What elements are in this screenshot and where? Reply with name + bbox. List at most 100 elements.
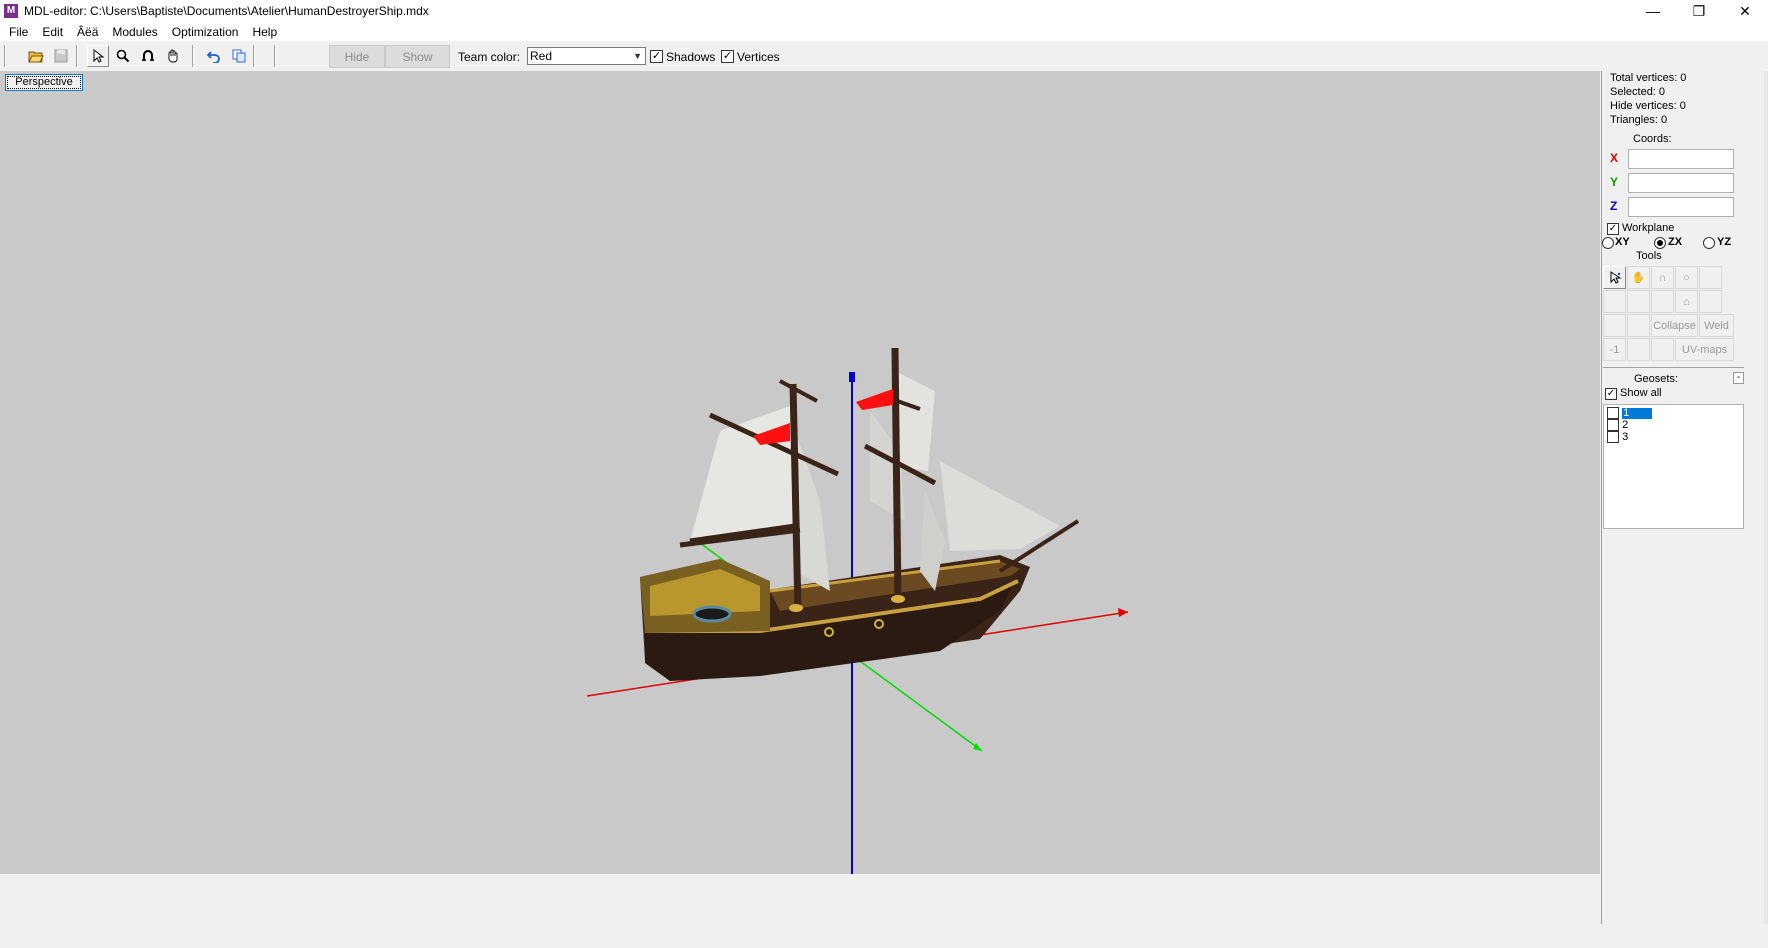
z-axis-arrow: [849, 372, 855, 382]
plane-xy-label: XY: [1615, 236, 1630, 248]
select-arrow-icon[interactable]: [87, 45, 109, 67]
app-icon: M: [4, 4, 18, 18]
shadows-checkbox[interactable]: ✓: [650, 50, 663, 63]
geosets-label: Geosets:: [1634, 373, 1679, 385]
panel-scroll-strip[interactable]: [1764, 71, 1768, 924]
vertex-select-tool-icon[interactable]: [1603, 266, 1626, 289]
tool-slot-5[interactable]: [1699, 266, 1722, 289]
y-axis-arrow: [973, 743, 982, 751]
show-all-checkbox[interactable]: ✓: [1605, 388, 1617, 400]
geoset-label: 3: [1622, 431, 1629, 443]
uv-maps-button[interactable]: UV-maps: [1675, 338, 1734, 361]
scale-tool-icon[interactable]: ○: [1675, 266, 1698, 289]
team-color-label: Team color:: [458, 50, 521, 64]
undo-icon[interactable]: [203, 45, 225, 67]
panel-divider: [1603, 367, 1744, 368]
viewport-3d[interactable]: Perspective: [0, 71, 1600, 874]
tool-slot-12[interactable]: [1627, 314, 1650, 337]
rotate-icon[interactable]: [137, 45, 159, 67]
x-coord-input[interactable]: [1628, 149, 1734, 169]
list-item[interactable]: 2: [1607, 419, 1629, 432]
coords-label: Coords:: [1633, 133, 1672, 145]
open-folder-icon[interactable]: [25, 45, 47, 67]
hide-button[interactable]: Hide: [329, 45, 385, 68]
geoset-checkbox[interactable]: [1607, 407, 1619, 420]
status-area: [0, 874, 1600, 948]
geoset-label: 2: [1622, 419, 1629, 431]
tool-slot-7[interactable]: [1627, 290, 1650, 313]
geoset-label: 1: [1622, 407, 1653, 419]
perspective-button[interactable]: Perspective: [5, 74, 83, 91]
tool-slot-6[interactable]: [1603, 290, 1626, 313]
zoom-icon[interactable]: [112, 45, 134, 67]
restore-button[interactable]: ❐: [1676, 0, 1722, 22]
y-coord-label: Y: [1610, 175, 1619, 189]
triangles-count-text: Triangles: 0: [1610, 114, 1668, 126]
shadows-label: Shadows: [666, 50, 716, 64]
x-axis-arrow: [1118, 608, 1128, 617]
hidden-vertices-text: Hide vertices: 0: [1610, 100, 1686, 112]
tools-label: Tools: [1636, 250, 1662, 262]
workplane-label: Workplane: [1622, 222, 1675, 234]
toolbar: Hide Show Team color: Red ▼ ✓ Shadows ✓ …: [0, 41, 1768, 71]
vertices-label: Vertices: [737, 50, 780, 64]
toolbar-separator: [274, 45, 276, 67]
weld-button[interactable]: Weld: [1699, 314, 1734, 337]
menu-help[interactable]: Help: [245, 25, 284, 39]
list-item[interactable]: 1: [1607, 407, 1653, 420]
z-coord-input[interactable]: [1628, 197, 1734, 217]
minimize-button[interactable]: —: [1630, 0, 1676, 22]
menu-modules[interactable]: Modules: [105, 25, 164, 39]
plane-yz-radio[interactable]: [1703, 237, 1715, 249]
menu-edit[interactable]: Edit: [35, 25, 70, 39]
toolbar-separator: [192, 45, 194, 67]
close-button[interactable]: ✕: [1722, 0, 1768, 22]
workplane-checkbox[interactable]: ✓: [1607, 223, 1619, 235]
tool-slot-15[interactable]: [1627, 338, 1650, 361]
vertices-checkbox[interactable]: ✓: [721, 50, 734, 63]
ship-model: [640, 347, 1080, 681]
toolbar-separator: [76, 45, 78, 67]
window-controls: — ❐ ✕: [1630, 0, 1768, 22]
plane-zx-radio[interactable]: [1654, 237, 1666, 249]
tool-slot-11[interactable]: [1603, 314, 1626, 337]
save-icon[interactable]: [50, 45, 72, 67]
menu-bar: File Edit Âëä Modules Optimization Help: [0, 22, 1768, 41]
menu-view[interactable]: Âëä: [70, 25, 105, 39]
scene-canvas: [586, 347, 1129, 874]
lock-icon[interactable]: ⌂: [1675, 290, 1698, 313]
z-coord-label: Z: [1610, 199, 1618, 213]
tool-slot-10[interactable]: [1699, 290, 1722, 313]
total-vertices-text: Total vertices: 0: [1610, 72, 1687, 84]
title-bar: M MDL-editor: C:\Users\Baptiste\Document…: [0, 0, 1768, 22]
toolbar-separator: [253, 45, 255, 67]
team-color-value: Red: [530, 49, 553, 63]
show-all-label: Show all: [1620, 387, 1662, 399]
pan-hand-icon[interactable]: [162, 45, 184, 67]
plane-xy-radio[interactable]: [1602, 237, 1614, 249]
menu-file[interactable]: File: [2, 25, 35, 39]
selected-count-text: Selected: 0: [1610, 86, 1666, 98]
properties-panel: Total vertices: 0 Selected: 0 Hide verti…: [1601, 71, 1768, 924]
geoset-checkbox[interactable]: [1607, 431, 1619, 444]
collapse-button[interactable]: Collapse: [1651, 314, 1698, 337]
geosets-collapse-button[interactable]: -: [1733, 372, 1744, 384]
tool-slot-8[interactable]: [1651, 290, 1674, 313]
geoset-checkbox[interactable]: [1607, 419, 1619, 432]
toolbar-grip: [4, 45, 6, 67]
copy-icon[interactable]: [228, 45, 250, 67]
move-tool-icon[interactable]: ✋: [1627, 266, 1650, 289]
team-color-select[interactable]: Red ▼: [527, 47, 646, 65]
menu-optimization[interactable]: Optimization: [165, 25, 246, 39]
list-item[interactable]: 3: [1607, 431, 1629, 444]
tool-slot-16[interactable]: [1651, 338, 1674, 361]
plane-zx-label: ZX: [1668, 236, 1683, 248]
plane-yz-label: YZ: [1717, 236, 1732, 248]
show-button[interactable]: Show: [385, 45, 450, 68]
chevron-down-icon: ▼: [633, 51, 642, 61]
minus-one-button[interactable]: -1: [1603, 338, 1626, 361]
window-title: MDL-editor: C:\Users\Baptiste\Documents\…: [24, 4, 429, 18]
x-coord-label: X: [1610, 151, 1619, 165]
rotate-tool-icon[interactable]: ∩: [1651, 266, 1674, 289]
y-coord-input[interactable]: [1628, 173, 1734, 193]
